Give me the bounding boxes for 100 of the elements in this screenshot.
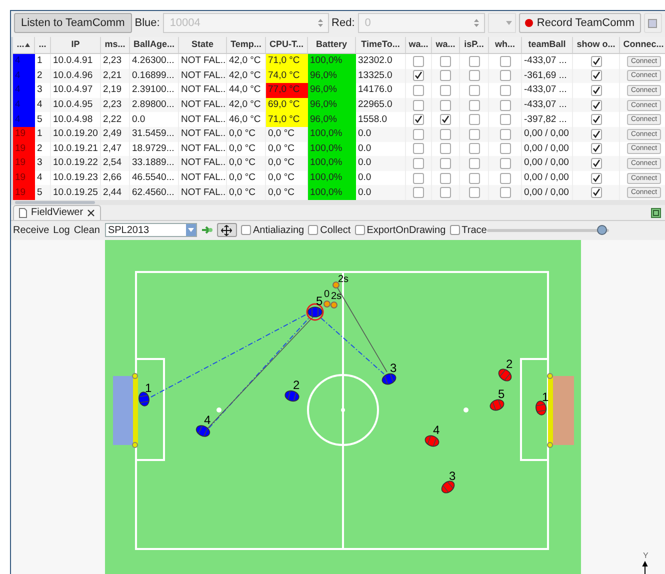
spinner-arrows-icon[interactable] — [473, 17, 480, 29]
checkbox[interactable] — [440, 143, 451, 154]
robot-marker — [490, 399, 504, 411]
checkbox[interactable] — [308, 225, 318, 236]
checkbox[interactable] — [468, 172, 480, 184]
column-header[interactable]: ... — [13, 37, 35, 53]
checkbox[interactable] — [440, 70, 451, 82]
record-button[interactable]: Record TeamComm — [518, 13, 641, 33]
move-tool-button[interactable] — [216, 223, 237, 238]
toolbar-button[interactable]: Clean — [74, 222, 100, 238]
toolbar-button[interactable]: Receive — [13, 222, 50, 238]
checkbox[interactable] — [240, 225, 251, 236]
checkbox[interactable] — [590, 114, 602, 126]
checkbox[interactable] — [468, 143, 480, 154]
checkbox[interactable] — [500, 70, 510, 82]
checkbox[interactable] — [354, 225, 365, 236]
checkbox[interactable] — [440, 158, 451, 169]
checkbox[interactable] — [590, 84, 602, 96]
checkbox[interactable] — [440, 172, 451, 184]
checkbox[interactable] — [468, 128, 480, 140]
checkbox[interactable] — [590, 172, 602, 184]
viewer-tab[interactable]: FieldViewer — [13, 204, 102, 220]
checkbox[interactable] — [468, 84, 480, 96]
column-header[interactable]: Temp... — [227, 37, 266, 53]
checkbox[interactable] — [500, 114, 510, 126]
robot-number: 5 — [498, 386, 505, 401]
scrollbar-thumb[interactable] — [15, 200, 95, 204]
axis-arrow — [642, 560, 648, 574]
checkbox[interactable] — [440, 114, 451, 126]
checkbox-label[interactable]: Trace — [462, 222, 487, 238]
slider-thumb[interactable] — [596, 224, 606, 235]
checkbox[interactable] — [440, 187, 451, 198]
checkbox[interactable] — [413, 172, 424, 184]
checkbox[interactable] — [450, 225, 460, 236]
checkbox[interactable] — [500, 158, 510, 169]
checkbox[interactable] — [440, 128, 451, 140]
checkbox[interactable] — [590, 70, 602, 82]
column-header[interactable]: wa... — [406, 37, 432, 53]
toolbar-button[interactable]: Log — [53, 222, 70, 238]
column-header[interactable]: State — [179, 37, 227, 53]
close-icon[interactable] — [87, 208, 96, 217]
column-header[interactable]: wh... — [489, 37, 522, 53]
checkbox[interactable] — [413, 84, 424, 96]
checkbox[interactable] — [468, 158, 480, 169]
checkbox[interactable] — [413, 70, 424, 82]
maximize-icon[interactable] — [651, 208, 661, 218]
checkbox-label[interactable]: Collect — [320, 222, 351, 238]
checkbox-label[interactable]: Antialiazing — [252, 222, 304, 238]
checkbox[interactable] — [440, 84, 451, 96]
mode-select[interactable]: SPL2013 — [104, 223, 197, 238]
checkbox[interactable] — [413, 158, 424, 169]
checkbox[interactable] — [468, 56, 480, 67]
checkbox[interactable] — [413, 187, 424, 198]
column-header[interactable]: BallAge... — [130, 37, 179, 53]
checkbox[interactable] — [590, 143, 602, 154]
column-header[interactable]: ... — [35, 37, 51, 53]
column-header[interactable]: Connec... — [620, 37, 665, 53]
column-header[interactable]: ms... — [101, 37, 130, 53]
dropdown[interactable] — [488, 13, 516, 33]
save-button[interactable] — [644, 13, 662, 33]
checkbox[interactable] — [468, 187, 480, 198]
checkbox[interactable] — [500, 187, 510, 198]
checkbox[interactable] — [500, 56, 510, 67]
checkbox[interactable] — [590, 56, 602, 67]
robot-marker — [382, 373, 396, 385]
column-header[interactable]: teamBall — [522, 37, 573, 53]
robot-number: 4 — [433, 422, 440, 437]
checkbox[interactable] — [440, 100, 451, 111]
caret-icon — [188, 228, 194, 232]
checkbox[interactable] — [590, 100, 602, 111]
checkbox[interactable] — [413, 114, 424, 126]
checkbox[interactable] — [413, 56, 424, 67]
checkbox[interactable] — [500, 128, 510, 140]
column-header[interactable]: show o... — [573, 37, 620, 53]
column-header[interactable]: CPU-T... — [266, 37, 308, 53]
checkbox[interactable] — [590, 128, 602, 140]
checkbox[interactable] — [468, 114, 480, 126]
checkbox[interactable] — [500, 172, 510, 184]
checkbox[interactable] — [468, 70, 480, 82]
column-header[interactable]: TimeTo... — [356, 37, 406, 53]
column-header[interactable]: IP — [51, 37, 101, 53]
checkbox[interactable] — [440, 56, 451, 67]
team-label: Blue: — [134, 16, 160, 31]
arrow-icon[interactable] — [200, 225, 213, 236]
spinner-arrows-icon[interactable] — [316, 17, 324, 29]
column-header[interactable]: isP... — [460, 37, 489, 53]
checkbox-label[interactable]: ExportOnDrawing — [366, 222, 446, 238]
checkbox[interactable] — [468, 100, 480, 111]
listen-button[interactable]: Listen to TeamComm — [14, 13, 132, 33]
column-header[interactable]: wa... — [432, 37, 460, 53]
checkbox[interactable] — [500, 84, 510, 96]
checkbox[interactable] — [413, 128, 424, 140]
checkbox[interactable] — [500, 143, 510, 154]
checkbox[interactable] — [413, 143, 424, 154]
save-icon — [648, 18, 658, 28]
checkbox[interactable] — [590, 187, 602, 198]
column-header[interactable]: Battery — [308, 37, 356, 53]
checkbox[interactable] — [500, 100, 510, 111]
checkbox[interactable] — [413, 100, 424, 111]
checkbox[interactable] — [590, 158, 602, 169]
